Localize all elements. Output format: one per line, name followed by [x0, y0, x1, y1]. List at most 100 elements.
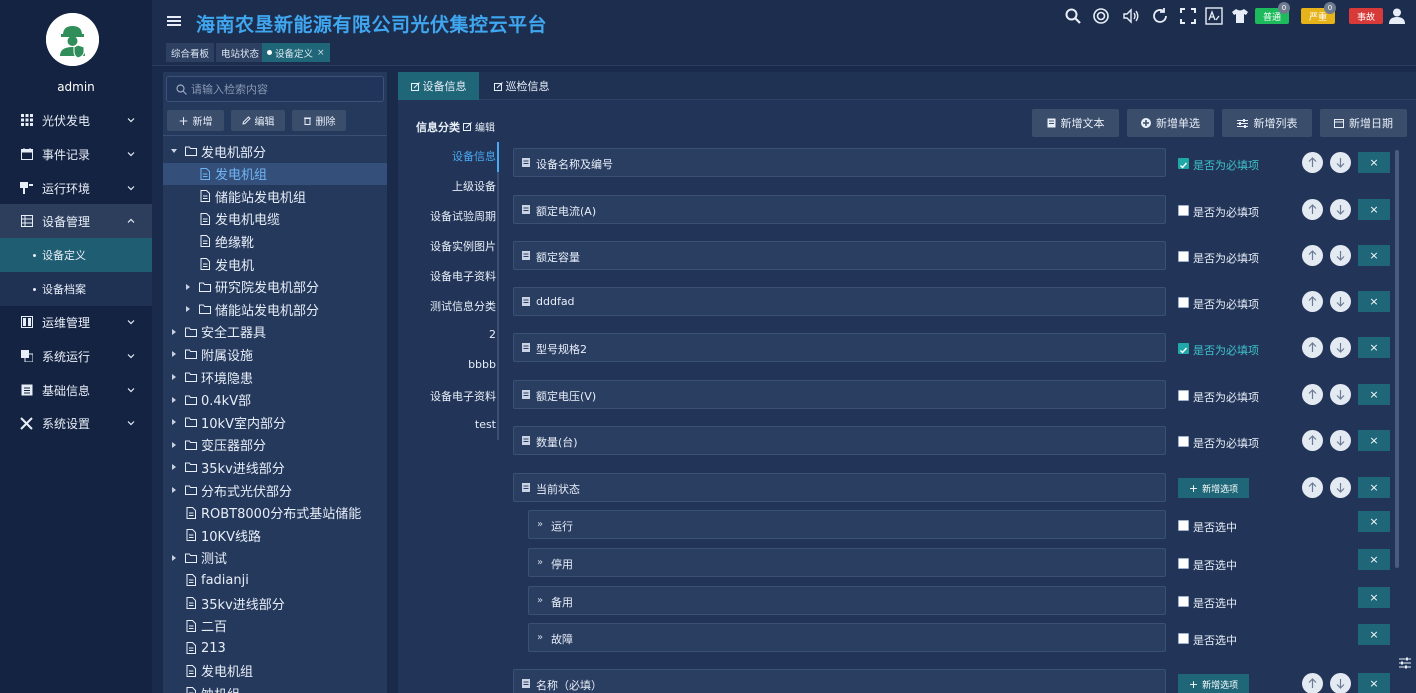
- tree-node[interactable]: 二百: [163, 615, 387, 637]
- add-list-button[interactable]: 新增列表: [1222, 109, 1312, 137]
- required-checkbox[interactable]: [1178, 158, 1189, 169]
- add-date-button[interactable]: 新增日期: [1320, 109, 1407, 137]
- move-down-button[interactable]: [1330, 152, 1351, 173]
- tree-node[interactable]: fadianji: [163, 569, 387, 591]
- tree-node[interactable]: 变压器部分: [163, 434, 387, 456]
- delete-button[interactable]: ×: [1358, 245, 1390, 266]
- move-up-button[interactable]: [1302, 337, 1323, 358]
- sidebar-item-device[interactable]: 设备管理: [0, 204, 152, 238]
- tree-node[interactable]: ROBT8000分布式基站储能: [163, 502, 387, 524]
- required-checkbox[interactable]: [1178, 205, 1189, 216]
- move-down-button[interactable]: [1330, 673, 1351, 693]
- required-checkbox[interactable]: [1178, 520, 1189, 531]
- tab-dashboard[interactable]: 综合看板: [166, 43, 215, 62]
- move-up-button[interactable]: [1302, 673, 1323, 693]
- required-checkbox[interactable]: [1178, 596, 1189, 607]
- tab-device-info[interactable]: 设备信息: [398, 72, 479, 100]
- tree-node[interactable]: 蚀机组: [163, 682, 387, 693]
- tree-node[interactable]: 发电机组: [163, 162, 387, 185]
- user-icon[interactable]: [1388, 7, 1406, 25]
- tab-inspection-info[interactable]: 巡检信息: [481, 72, 562, 100]
- help-buoy-icon[interactable]: [1092, 7, 1110, 25]
- field-row[interactable]: 额定电压(V): [513, 380, 1166, 409]
- field-row[interactable]: 额定容量: [513, 241, 1166, 270]
- tab-close-icon[interactable]: ×: [317, 48, 325, 58]
- move-down-button[interactable]: [1330, 430, 1351, 451]
- caret-right-icon[interactable]: [185, 306, 191, 313]
- option-row[interactable]: » 故障: [528, 623, 1166, 652]
- caret-right-icon[interactable]: [171, 374, 177, 380]
- move-up-button[interactable]: [1302, 384, 1323, 405]
- caret-right-icon[interactable]: [171, 487, 177, 493]
- sidebar-item-events[interactable]: 事件记录: [0, 137, 152, 171]
- move-down-button[interactable]: [1330, 477, 1351, 498]
- sidebar-subitem-device-definition[interactable]: 设备定义: [0, 238, 152, 272]
- category-item[interactable]: 设备实例图片: [410, 238, 496, 254]
- tab-device-definition[interactable]: 设备定义 ×: [262, 43, 330, 62]
- category-edit-link[interactable]: 编辑: [463, 119, 495, 134]
- caret-right-icon[interactable]: [171, 396, 177, 403]
- category-item[interactable]: test: [410, 418, 496, 431]
- tree-node[interactable]: 储能站发电机组: [163, 185, 387, 207]
- tree-node[interactable]: 储能站发电机部分: [163, 298, 387, 320]
- theme-shirt-icon[interactable]: [1231, 7, 1249, 25]
- tree-search-input[interactable]: [191, 80, 376, 98]
- tree-node[interactable]: 35kv进线部分: [163, 592, 387, 614]
- delete-button[interactable]: ×: [1358, 291, 1390, 312]
- sidebar-item-maintenance[interactable]: 运维管理: [0, 305, 152, 339]
- search-icon[interactable]: [1064, 7, 1082, 25]
- column-settings-icon[interactable]: [1399, 657, 1411, 669]
- tree-add-button[interactable]: + 新增: [167, 110, 224, 131]
- delete-button[interactable]: ×: [1358, 384, 1390, 405]
- tree-node[interactable]: 测试: [163, 547, 387, 569]
- tree-node[interactable]: 35kv进线部分: [163, 456, 387, 478]
- tree-node[interactable]: 10kV室内部分: [163, 411, 387, 433]
- delete-button[interactable]: ×: [1358, 152, 1390, 173]
- field-row[interactable]: 数量(台): [513, 426, 1166, 455]
- tree-node[interactable]: 分布式光伏部分: [163, 479, 387, 501]
- caret-right-icon[interactable]: [171, 464, 177, 471]
- delete-button[interactable]: ×: [1358, 624, 1390, 645]
- caret-right-icon[interactable]: [171, 554, 177, 561]
- required-checkbox[interactable]: [1178, 436, 1189, 447]
- caret-right-icon[interactable]: [171, 441, 177, 448]
- field-row[interactable]: 型号规格2: [513, 333, 1166, 362]
- category-item[interactable]: 设备试验周期: [410, 208, 496, 224]
- delete-button[interactable]: ×: [1358, 477, 1390, 498]
- tree-node[interactable]: 213: [163, 637, 387, 659]
- move-down-button[interactable]: [1330, 199, 1351, 220]
- category-item[interactable]: 上级设备: [410, 178, 496, 194]
- alarm-accident-badge[interactable]: 事故: [1349, 8, 1383, 24]
- add-option-button[interactable]: + 新增选项: [1178, 674, 1249, 693]
- tree-node[interactable]: 0.4kV部: [163, 389, 387, 411]
- tree-delete-button[interactable]: 删除: [292, 110, 346, 131]
- move-down-button[interactable]: [1330, 245, 1351, 266]
- move-up-button[interactable]: [1302, 291, 1323, 312]
- option-row[interactable]: » 运行: [528, 510, 1166, 539]
- sidebar-item-environment[interactable]: 运行环境: [0, 171, 152, 205]
- font-size-icon[interactable]: [1205, 7, 1223, 25]
- vertical-scrollbar[interactable]: [1395, 150, 1399, 568]
- add-single-choice-button[interactable]: 新增单选: [1127, 109, 1214, 137]
- field-row[interactable]: 设备名称及编号: [513, 148, 1166, 177]
- caret-down-icon[interactable]: [171, 148, 177, 154]
- category-item[interactable]: 2: [410, 328, 496, 341]
- tab-station-status[interactable]: 电站状态: [216, 43, 265, 62]
- required-checkbox[interactable]: [1178, 558, 1189, 569]
- move-up-button[interactable]: [1302, 152, 1323, 173]
- add-option-button[interactable]: + 新增选项: [1178, 478, 1249, 498]
- tree-node[interactable]: 安全工器具: [163, 321, 387, 343]
- delete-button[interactable]: ×: [1358, 430, 1390, 451]
- category-item[interactable]: 设备信息: [410, 148, 496, 164]
- caret-right-icon[interactable]: [171, 328, 177, 335]
- add-text-button[interactable]: 新增文本: [1032, 109, 1119, 137]
- caret-right-icon[interactable]: [185, 283, 191, 290]
- required-checkbox[interactable]: [1178, 297, 1189, 308]
- sidebar-subitem-device-archive[interactable]: 设备档案: [0, 272, 152, 306]
- field-row[interactable]: 当前状态: [513, 473, 1166, 502]
- sidebar-item-base-info[interactable]: 基础信息: [0, 373, 152, 407]
- field-row[interactable]: 名称（必填）: [513, 669, 1166, 693]
- category-item[interactable]: 设备电子资料: [410, 388, 496, 404]
- move-down-button[interactable]: [1330, 337, 1351, 358]
- sidebar-item-pv[interactable]: 光伏发电: [0, 103, 152, 137]
